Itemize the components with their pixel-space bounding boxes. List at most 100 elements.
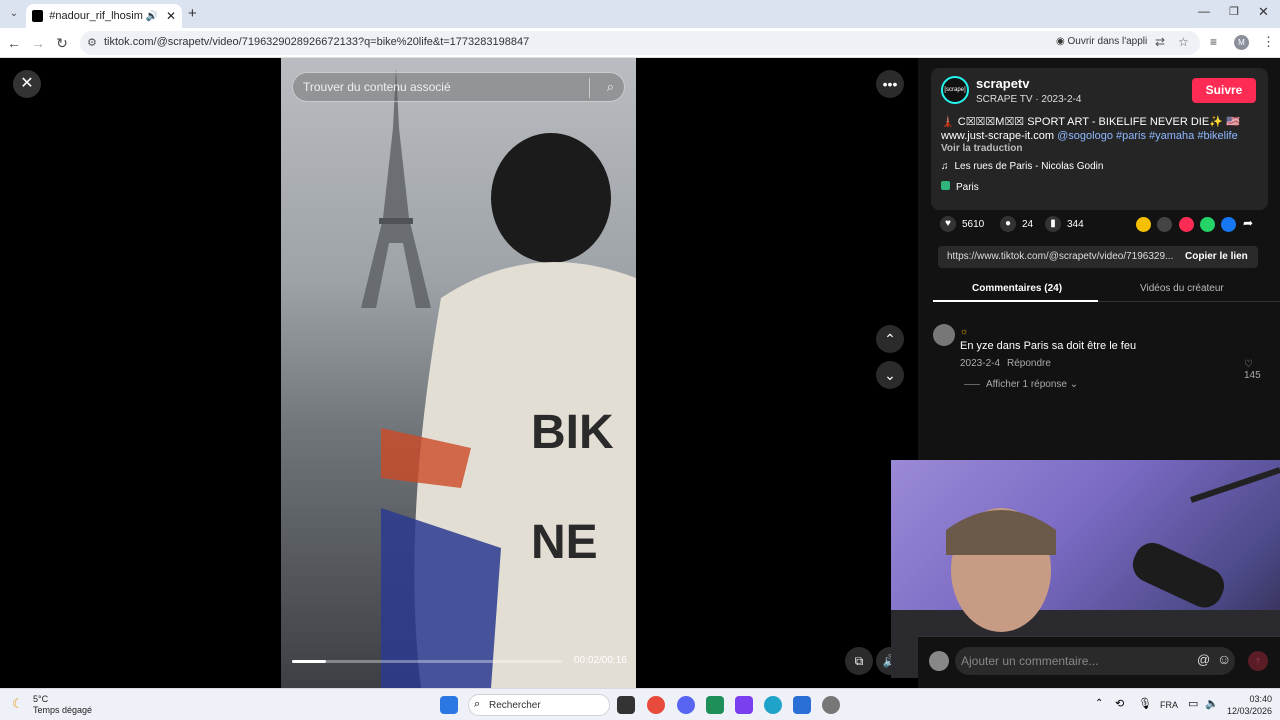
app-blue-icon[interactable]	[793, 696, 811, 714]
new-tab-button[interactable]: +	[188, 5, 197, 22]
site-info-icon[interactable]: ⚙	[87, 36, 97, 49]
chrome-icon[interactable]	[647, 696, 665, 714]
creator-username[interactable]: scrapetv	[976, 76, 1029, 91]
comment-like-button[interactable]: ♡ 145	[1244, 359, 1268, 381]
heart-outline-icon: ♡	[1244, 359, 1253, 370]
clock-time: 03:40	[1249, 694, 1272, 704]
network-icon[interactable]: ▭	[1188, 697, 1198, 710]
back-arrow-icon[interactable]: ←	[4, 33, 24, 53]
share-arrow-icon[interactable]: ➦	[1243, 216, 1253, 230]
share-snapchat-icon[interactable]	[1136, 217, 1151, 232]
speaker-icon[interactable]: 🔊	[145, 11, 157, 22]
close-tab-icon[interactable]: ✕	[166, 9, 176, 23]
follow-button[interactable]: Suivre	[1192, 78, 1256, 103]
task-view-icon[interactable]	[617, 696, 635, 714]
comment-button[interactable]: ● 24	[1000, 216, 1033, 232]
mini-player-button[interactable]: ⧉	[845, 647, 873, 675]
url-field[interactable]: ⚙ tiktok.com/@scrapetv/video/71963290289…	[80, 31, 1200, 55]
language-indicator[interactable]: FRA	[1160, 700, 1178, 710]
video-player[interactable]: BIK NE	[281, 58, 636, 688]
creator-avatar[interactable]: [scrape]	[941, 76, 969, 104]
share-whatsapp-icon[interactable]	[1200, 217, 1215, 232]
engagement-row: ♥ 5610 ● 24 ▮ 344 ➦	[940, 216, 1275, 236]
embed-icon[interactable]	[1157, 217, 1172, 232]
comment-input[interactable]: Ajouter un commentaire... @ ☺	[955, 647, 1235, 675]
settings-gear-icon[interactable]	[822, 696, 840, 714]
share-link-text[interactable]: https://www.tiktok.com/@scrapetv/video/7…	[947, 251, 1173, 262]
tray-sync-icon[interactable]: ⟲	[1115, 697, 1124, 710]
taskbar-search[interactable]: ⌕ Rechercher	[468, 694, 610, 716]
comment-icon: ●	[1000, 216, 1016, 232]
location-link[interactable]: Paris	[941, 181, 979, 193]
browser-tab[interactable]: #nadour_rif_lhosima #imzo 🔊 ✕	[26, 4, 182, 28]
more-options-button[interactable]: •••	[876, 70, 904, 98]
share-friends-icon[interactable]	[1179, 217, 1194, 232]
tiktok-icon: ◉	[1056, 36, 1065, 47]
restore-button[interactable]: ❐	[1229, 5, 1239, 18]
heart-icon: ♥	[940, 216, 956, 232]
tab-list-chevron-icon[interactable]: ⌄	[6, 6, 22, 22]
show-replies-link[interactable]: Afficher 1 réponse ⌄	[964, 379, 1078, 390]
share-link-row: https://www.tiktok.com/@scrapetv/video/7…	[938, 246, 1258, 268]
media-control-icon[interactable]: ≡	[1210, 35, 1217, 49]
post-caption: 🗼 C☒☒☒M☒☒ SPORT ART - BIKELIFE NEVER DIE…	[941, 115, 1261, 143]
tab-comments[interactable]: Commentaires (24)	[972, 283, 1062, 294]
discord-icon[interactable]	[677, 696, 695, 714]
microphone-icon[interactable]: 🎙	[1138, 697, 1152, 710]
edge-icon[interactable]	[764, 696, 782, 714]
comment-composer: Ajouter un commentaire... @ ☺ ↑	[918, 636, 1280, 688]
post-info-card: [scrape] scrapetv SCRAPE TV · 2023-2-4 S…	[931, 68, 1268, 210]
search-icon[interactable]: ⌕	[607, 79, 614, 95]
video-time: 00:02/00:16	[574, 655, 627, 666]
app-purple-icon[interactable]	[735, 696, 753, 714]
windows-taskbar: ☾ 5°C Temps dégagé ⌕ Rechercher ⌃ ⟲ 🎙 FR…	[0, 688, 1280, 720]
reload-icon[interactable]: ↻	[52, 33, 72, 53]
caption-url[interactable]: www.just-scrape-it.com	[941, 130, 1054, 142]
open-in-app-button[interactable]: ◉ Ouvrir dans l'appli	[1056, 36, 1147, 47]
tab-creator-videos[interactable]: Vidéos du créateur	[1140, 283, 1224, 294]
my-avatar	[929, 651, 949, 671]
like-button[interactable]: ♥ 5610	[940, 216, 984, 232]
system-clock[interactable]: 03:40 12/03/2026	[1226, 693, 1272, 717]
profile-avatar[interactable]: M	[1234, 35, 1249, 50]
close-video-button[interactable]: ✕	[13, 70, 41, 98]
chevron-down-icon: ⌄	[1069, 379, 1079, 390]
share-facebook-icon[interactable]	[1221, 217, 1236, 232]
windows-start-icon[interactable]	[440, 696, 458, 714]
previous-video-button[interactable]: ⌃	[876, 325, 904, 353]
weather-desc: Temps dégagé	[33, 705, 93, 715]
svg-text:BIK: BIK	[531, 406, 614, 459]
volume-icon[interactable]: 🔈	[1205, 697, 1219, 710]
translate-icon[interactable]: ⇄	[1155, 35, 1165, 49]
emoji-icon[interactable]: ☺	[1217, 651, 1231, 667]
save-button[interactable]: ▮ 344	[1045, 216, 1084, 232]
music-title: Les rues de Paris - Nicolas Godin	[954, 161, 1104, 172]
next-video-button[interactable]: ⌄	[876, 361, 904, 389]
minimize-button[interactable]: —	[1198, 4, 1210, 18]
weather-widget[interactable]: 5°C Temps dégagé	[33, 694, 92, 716]
svg-text:NE: NE	[531, 516, 598, 569]
music-link[interactable]: ♫ Les rues de Paris - Nicolas Godin	[941, 161, 1103, 172]
caption-tags[interactable]: @sogologo #paris #yamaha #bikelife	[1057, 130, 1238, 142]
related-search-input[interactable]: Trouver du contenu associé ⌕	[292, 72, 625, 102]
app-green-icon[interactable]	[706, 696, 724, 714]
commenter-name[interactable]: ☼	[960, 326, 968, 336]
caption-text: 🗼 C☒☒☒M☒☒ SPORT ART - BIKELIFE NEVER DIE…	[941, 116, 1240, 128]
commenter-avatar[interactable]	[933, 324, 955, 346]
replies-line	[964, 383, 980, 385]
video-progress-bar[interactable]	[292, 660, 562, 663]
browser-menu-icon[interactable]: ⋮	[1262, 34, 1275, 50]
url-text: tiktok.com/@scrapetv/video/7196329028926…	[104, 36, 530, 48]
copy-link-button[interactable]: Copier le lien	[1185, 251, 1248, 262]
bookmark-star-icon[interactable]: ☆	[1178, 35, 1189, 49]
like-count: 5610	[962, 218, 985, 230]
tray-chevron-icon[interactable]: ⌃	[1095, 698, 1103, 709]
mention-icon[interactable]: @	[1197, 652, 1210, 667]
close-window-button[interactable]: ✕	[1258, 4, 1269, 20]
see-translation-link[interactable]: Voir la traduction	[941, 143, 1023, 154]
bookmark-icon: ▮	[1045, 216, 1061, 232]
forward-arrow-icon[interactable]: →	[28, 33, 48, 53]
reply-link[interactable]: Répondre	[1007, 358, 1051, 369]
send-comment-button[interactable]: ↑	[1248, 651, 1268, 671]
video-area: ✕ BIK NE Trouver du contenu associé ⌕ ••…	[0, 58, 918, 688]
